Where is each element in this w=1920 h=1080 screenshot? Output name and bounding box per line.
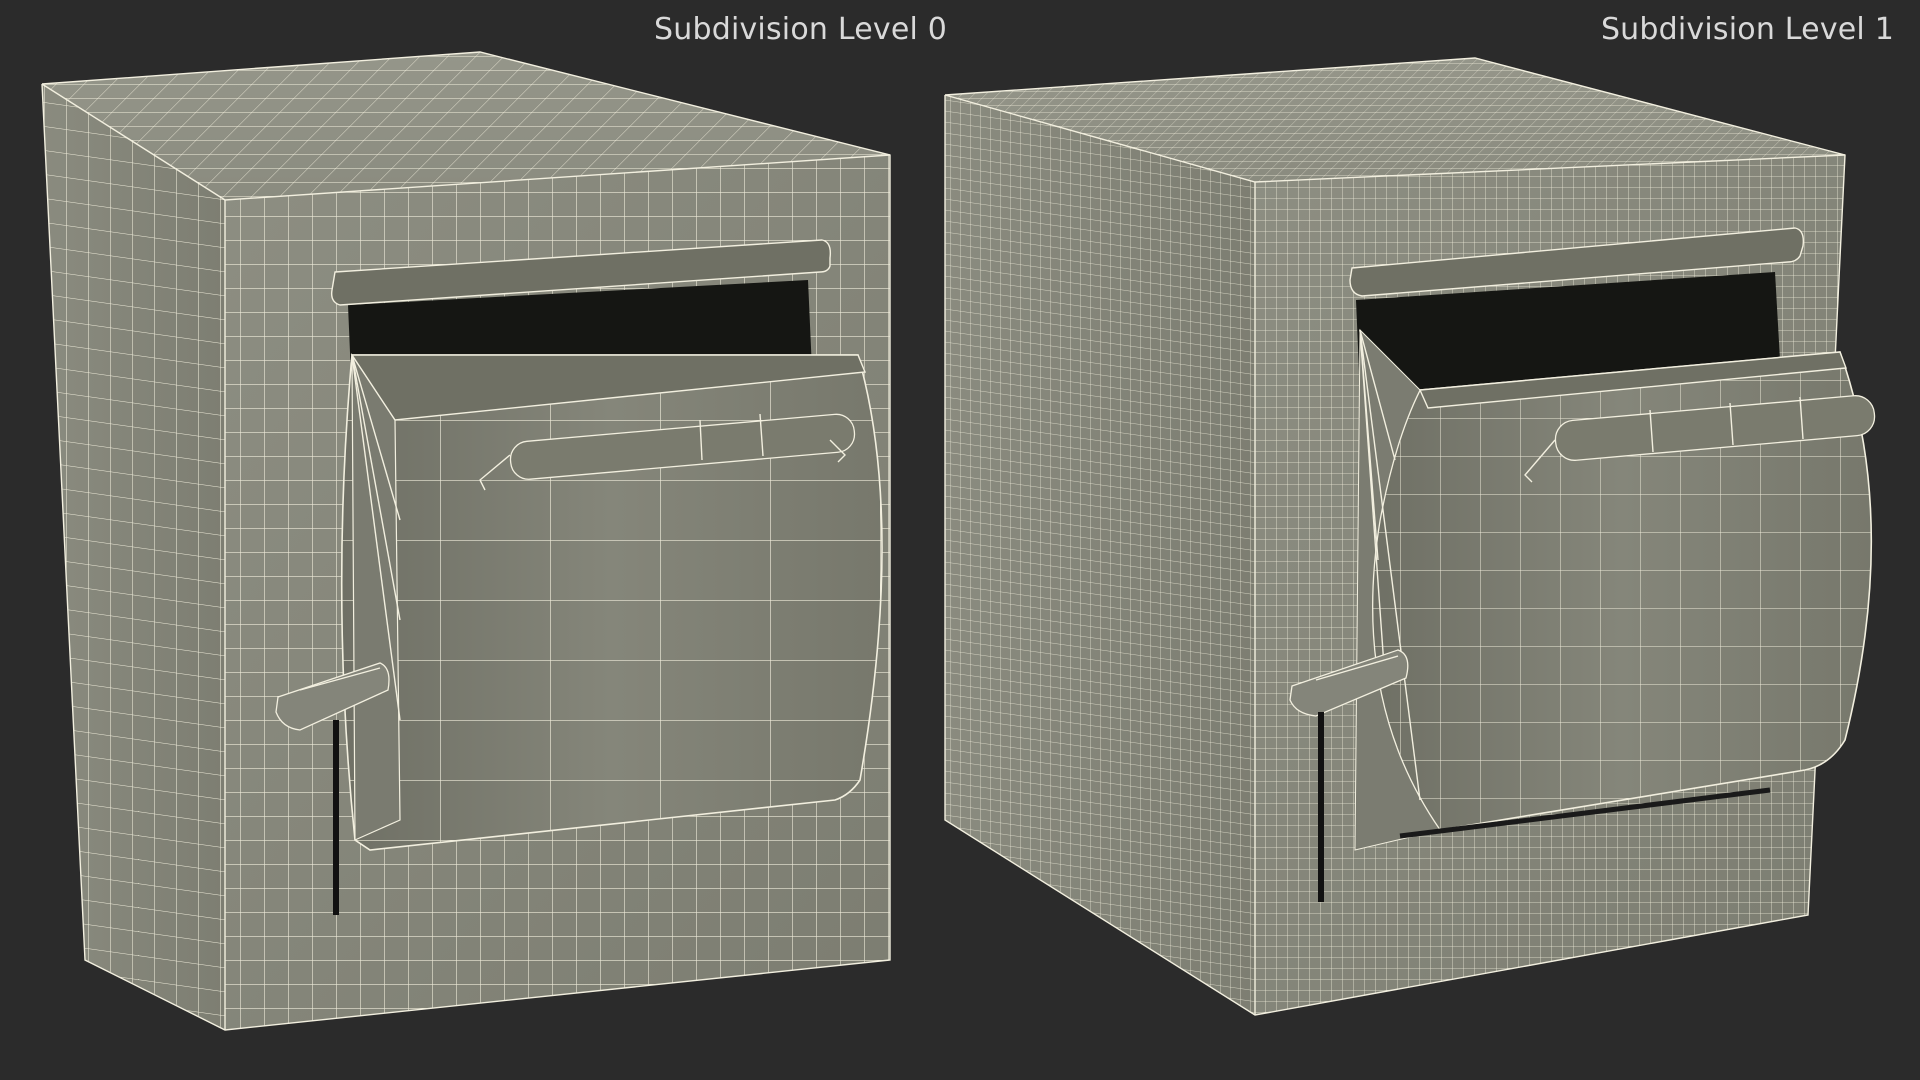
render-viewport: Subdivision Level 0 Subdivision Level 1 xyxy=(0,0,1920,1080)
render-canvas xyxy=(41,51,1876,1031)
mailbox-level-0 xyxy=(41,51,891,1031)
latch-slot xyxy=(333,720,339,915)
latch-slot xyxy=(1318,712,1324,902)
mailbox-level-1 xyxy=(944,57,1876,1016)
